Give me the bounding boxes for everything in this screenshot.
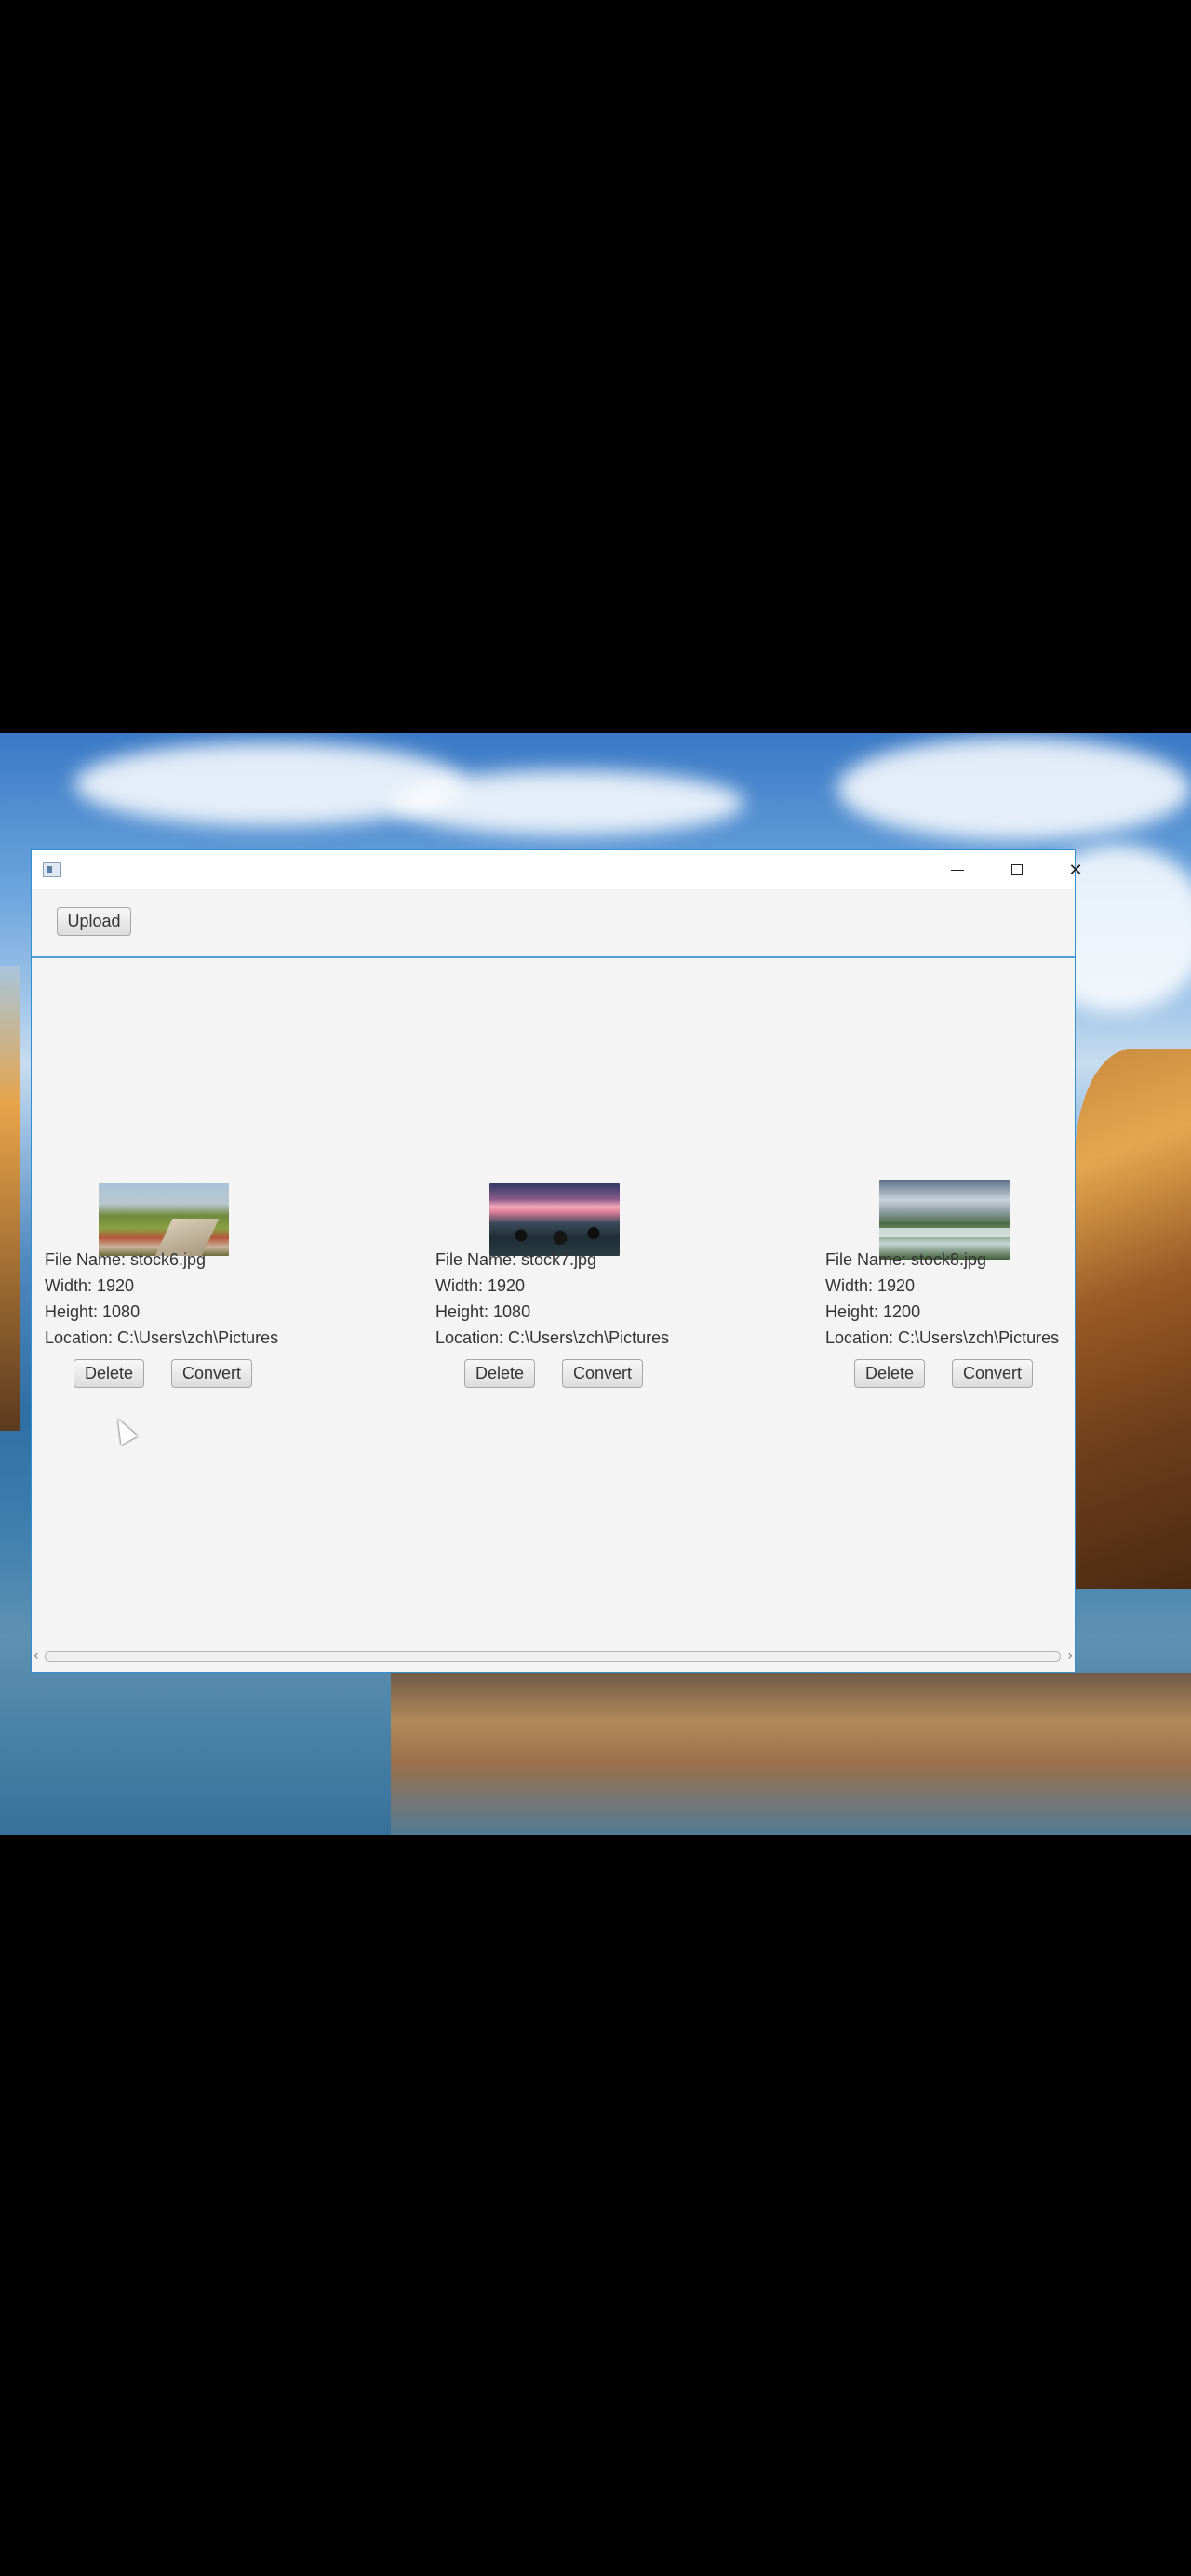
delete-button[interactable]: Delete bbox=[854, 1359, 925, 1388]
toolbar: Upload bbox=[32, 889, 1075, 958]
title-bar[interactable]: ✕ bbox=[32, 850, 1083, 889]
image-thumbnail bbox=[879, 1180, 1010, 1260]
file-name-label: File Name: stock6.jpg bbox=[45, 1250, 207, 1269]
delete-button[interactable]: Delete bbox=[74, 1359, 144, 1388]
convert-button[interactable]: Convert bbox=[952, 1359, 1033, 1388]
width-label: Width: 1920 bbox=[825, 1276, 916, 1295]
app-window-icon bbox=[43, 862, 61, 877]
cloud bbox=[837, 738, 1191, 840]
location-label: Location: C:\Users\zch\Pictures bbox=[825, 1328, 1060, 1347]
close-button[interactable]: ✕ bbox=[1046, 850, 1105, 889]
convert-button[interactable]: Convert bbox=[562, 1359, 643, 1388]
image-list: File Name: stock6.jpg Width: 1920 Height… bbox=[32, 958, 1075, 1642]
close-icon: ✕ bbox=[1068, 860, 1083, 880]
file-name-label: File Name: stock8.jpg bbox=[825, 1250, 987, 1269]
delete-button[interactable]: Delete bbox=[464, 1359, 535, 1388]
image-card: File Name: stock8.jpg Width: 1920 Height… bbox=[825, 958, 1179, 1516]
horizontal-scrollbar[interactable]: ‹ › bbox=[32, 1642, 1075, 1672]
maximize-icon bbox=[1011, 864, 1023, 875]
cloud bbox=[391, 770, 744, 835]
file-name-label: File Name: stock7.jpg bbox=[435, 1250, 597, 1269]
rock-left bbox=[0, 966, 20, 1431]
scrollbar-thumb[interactable] bbox=[45, 1651, 1061, 1662]
height-label: Height: 1080 bbox=[435, 1302, 531, 1321]
upload-button[interactable]: Upload bbox=[57, 907, 131, 936]
image-thumbnail bbox=[99, 1183, 229, 1256]
minimize-button[interactable] bbox=[928, 850, 987, 889]
location-label: Location: C:\Users\zch\Pictures bbox=[435, 1328, 670, 1347]
location-label: Location: C:\Users\zch\Pictures bbox=[45, 1328, 279, 1347]
height-label: Height: 1080 bbox=[45, 1302, 141, 1321]
convert-button[interactable]: Convert bbox=[171, 1359, 252, 1388]
waterfall-shape bbox=[879, 1228, 1010, 1237]
maximize-button[interactable] bbox=[987, 850, 1047, 889]
rocks-shape bbox=[499, 1224, 610, 1247]
width-label: Width: 1920 bbox=[45, 1276, 135, 1295]
scroll-right-icon[interactable]: › bbox=[1067, 1648, 1073, 1664]
image-thumbnail bbox=[489, 1183, 620, 1256]
minimize-icon bbox=[951, 869, 964, 871]
app-window: ✕ Upload File Name: stock6.jpg Width: 19… bbox=[31, 849, 1083, 1673]
image-card: File Name: stock7.jpg Width: 1920 Height… bbox=[435, 958, 789, 1516]
width-label: Width: 1920 bbox=[435, 1276, 526, 1295]
height-label: Height: 1200 bbox=[825, 1302, 921, 1321]
image-card: File Name: stock6.jpg Width: 1920 Height… bbox=[45, 958, 398, 1516]
scroll-left-icon[interactable]: ‹ bbox=[33, 1648, 39, 1664]
water-reflection bbox=[391, 1673, 1191, 1835]
